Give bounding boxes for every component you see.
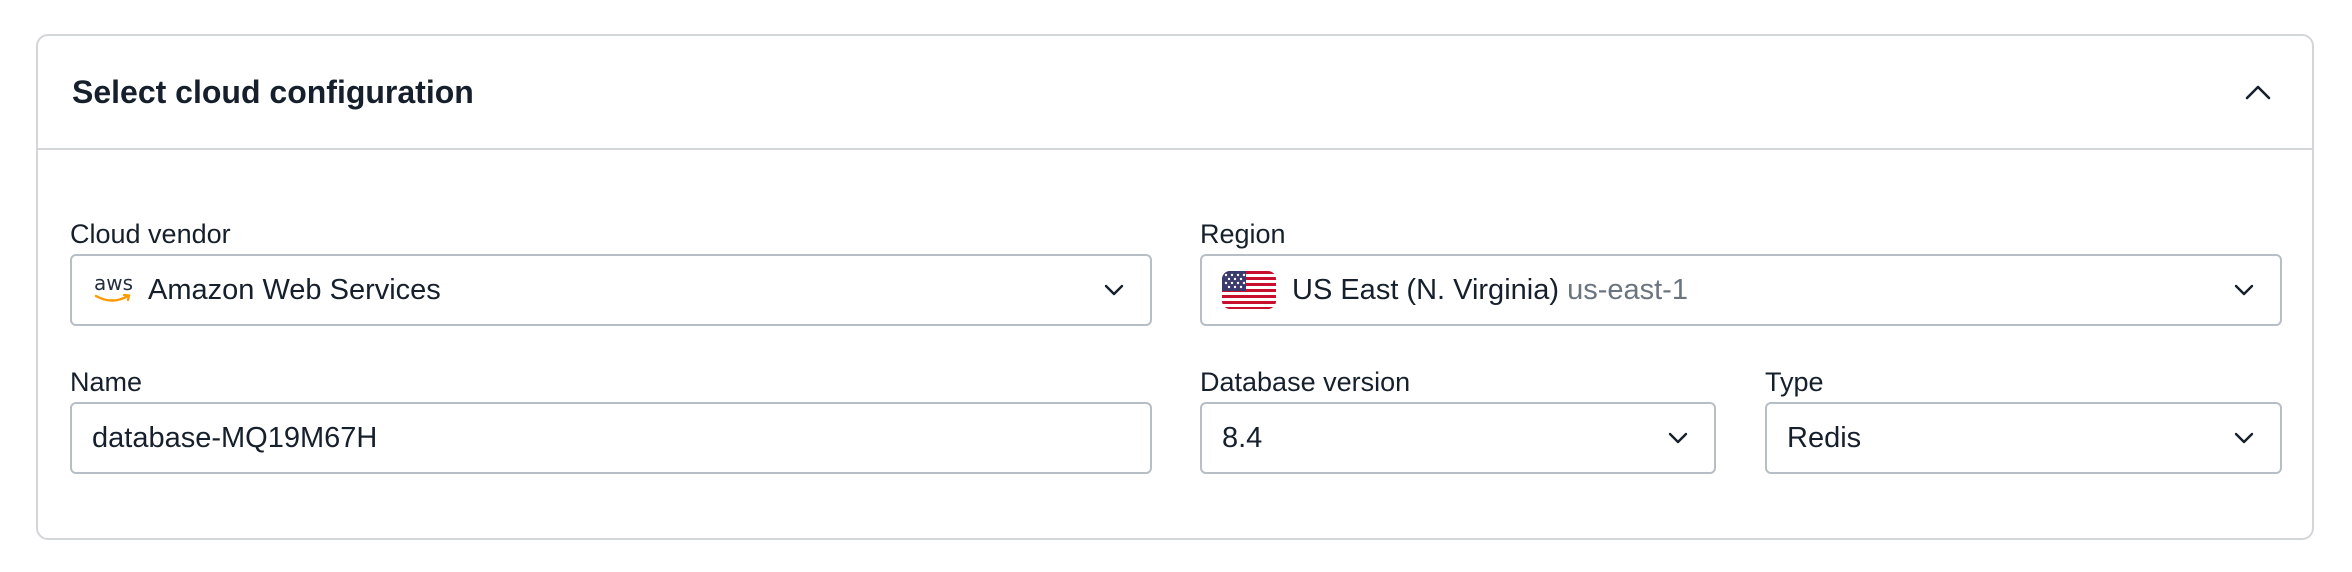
cloud-vendor-select[interactable]: aws Amazon Web Services [70, 254, 1152, 326]
cloud-vendor-field: Cloud vendor aws Amazon Web Services [70, 218, 1152, 326]
region-name: US East (N. Virginia) [1292, 273, 1559, 306]
panel-title: Select cloud configuration [72, 73, 474, 110]
cloud-vendor-label: Cloud vendor [70, 219, 231, 249]
collapse-button[interactable] [2238, 72, 2278, 112]
type-select[interactable]: Redis [1765, 402, 2282, 474]
database-version-select[interactable]: 8.4 [1200, 402, 1716, 474]
region-label: Region [1200, 219, 1286, 249]
region-field: Region US East (N. Virginia) us-east-1 [1200, 218, 2282, 326]
region-select[interactable]: US East (N. Virginia) us-east-1 [1200, 254, 2282, 326]
chevron-down-icon [2232, 426, 2256, 450]
region-code: us-east-1 [1567, 273, 1688, 306]
type-field: Type Redis [1765, 366, 2282, 474]
cloud-vendor-value: Amazon Web Services [148, 273, 441, 306]
panel-header[interactable]: Select cloud configuration [38, 36, 2312, 150]
name-field: Name [70, 366, 1152, 474]
chevron-down-icon [1102, 278, 1126, 302]
type-label: Type [1765, 367, 1824, 397]
chevron-up-icon [2245, 85, 2271, 100]
cloud-configuration-panel: Select cloud configuration Cloud vendor … [36, 34, 2314, 540]
region-value: US East (N. Virginia) us-east-1 [1292, 274, 2232, 307]
chevron-down-icon [1666, 426, 1690, 450]
type-value: Redis [1787, 421, 1862, 454]
chevron-down-icon [2232, 278, 2256, 302]
name-label: Name [70, 367, 143, 397]
database-version-field: Database version 8.4 [1200, 366, 1716, 474]
aws-logo-icon: aws [92, 271, 133, 305]
name-input[interactable] [70, 402, 1152, 474]
us-flag-icon [1222, 271, 1276, 309]
database-version-value: 8.4 [1222, 421, 1263, 454]
database-version-label: Database version [1200, 367, 1411, 397]
